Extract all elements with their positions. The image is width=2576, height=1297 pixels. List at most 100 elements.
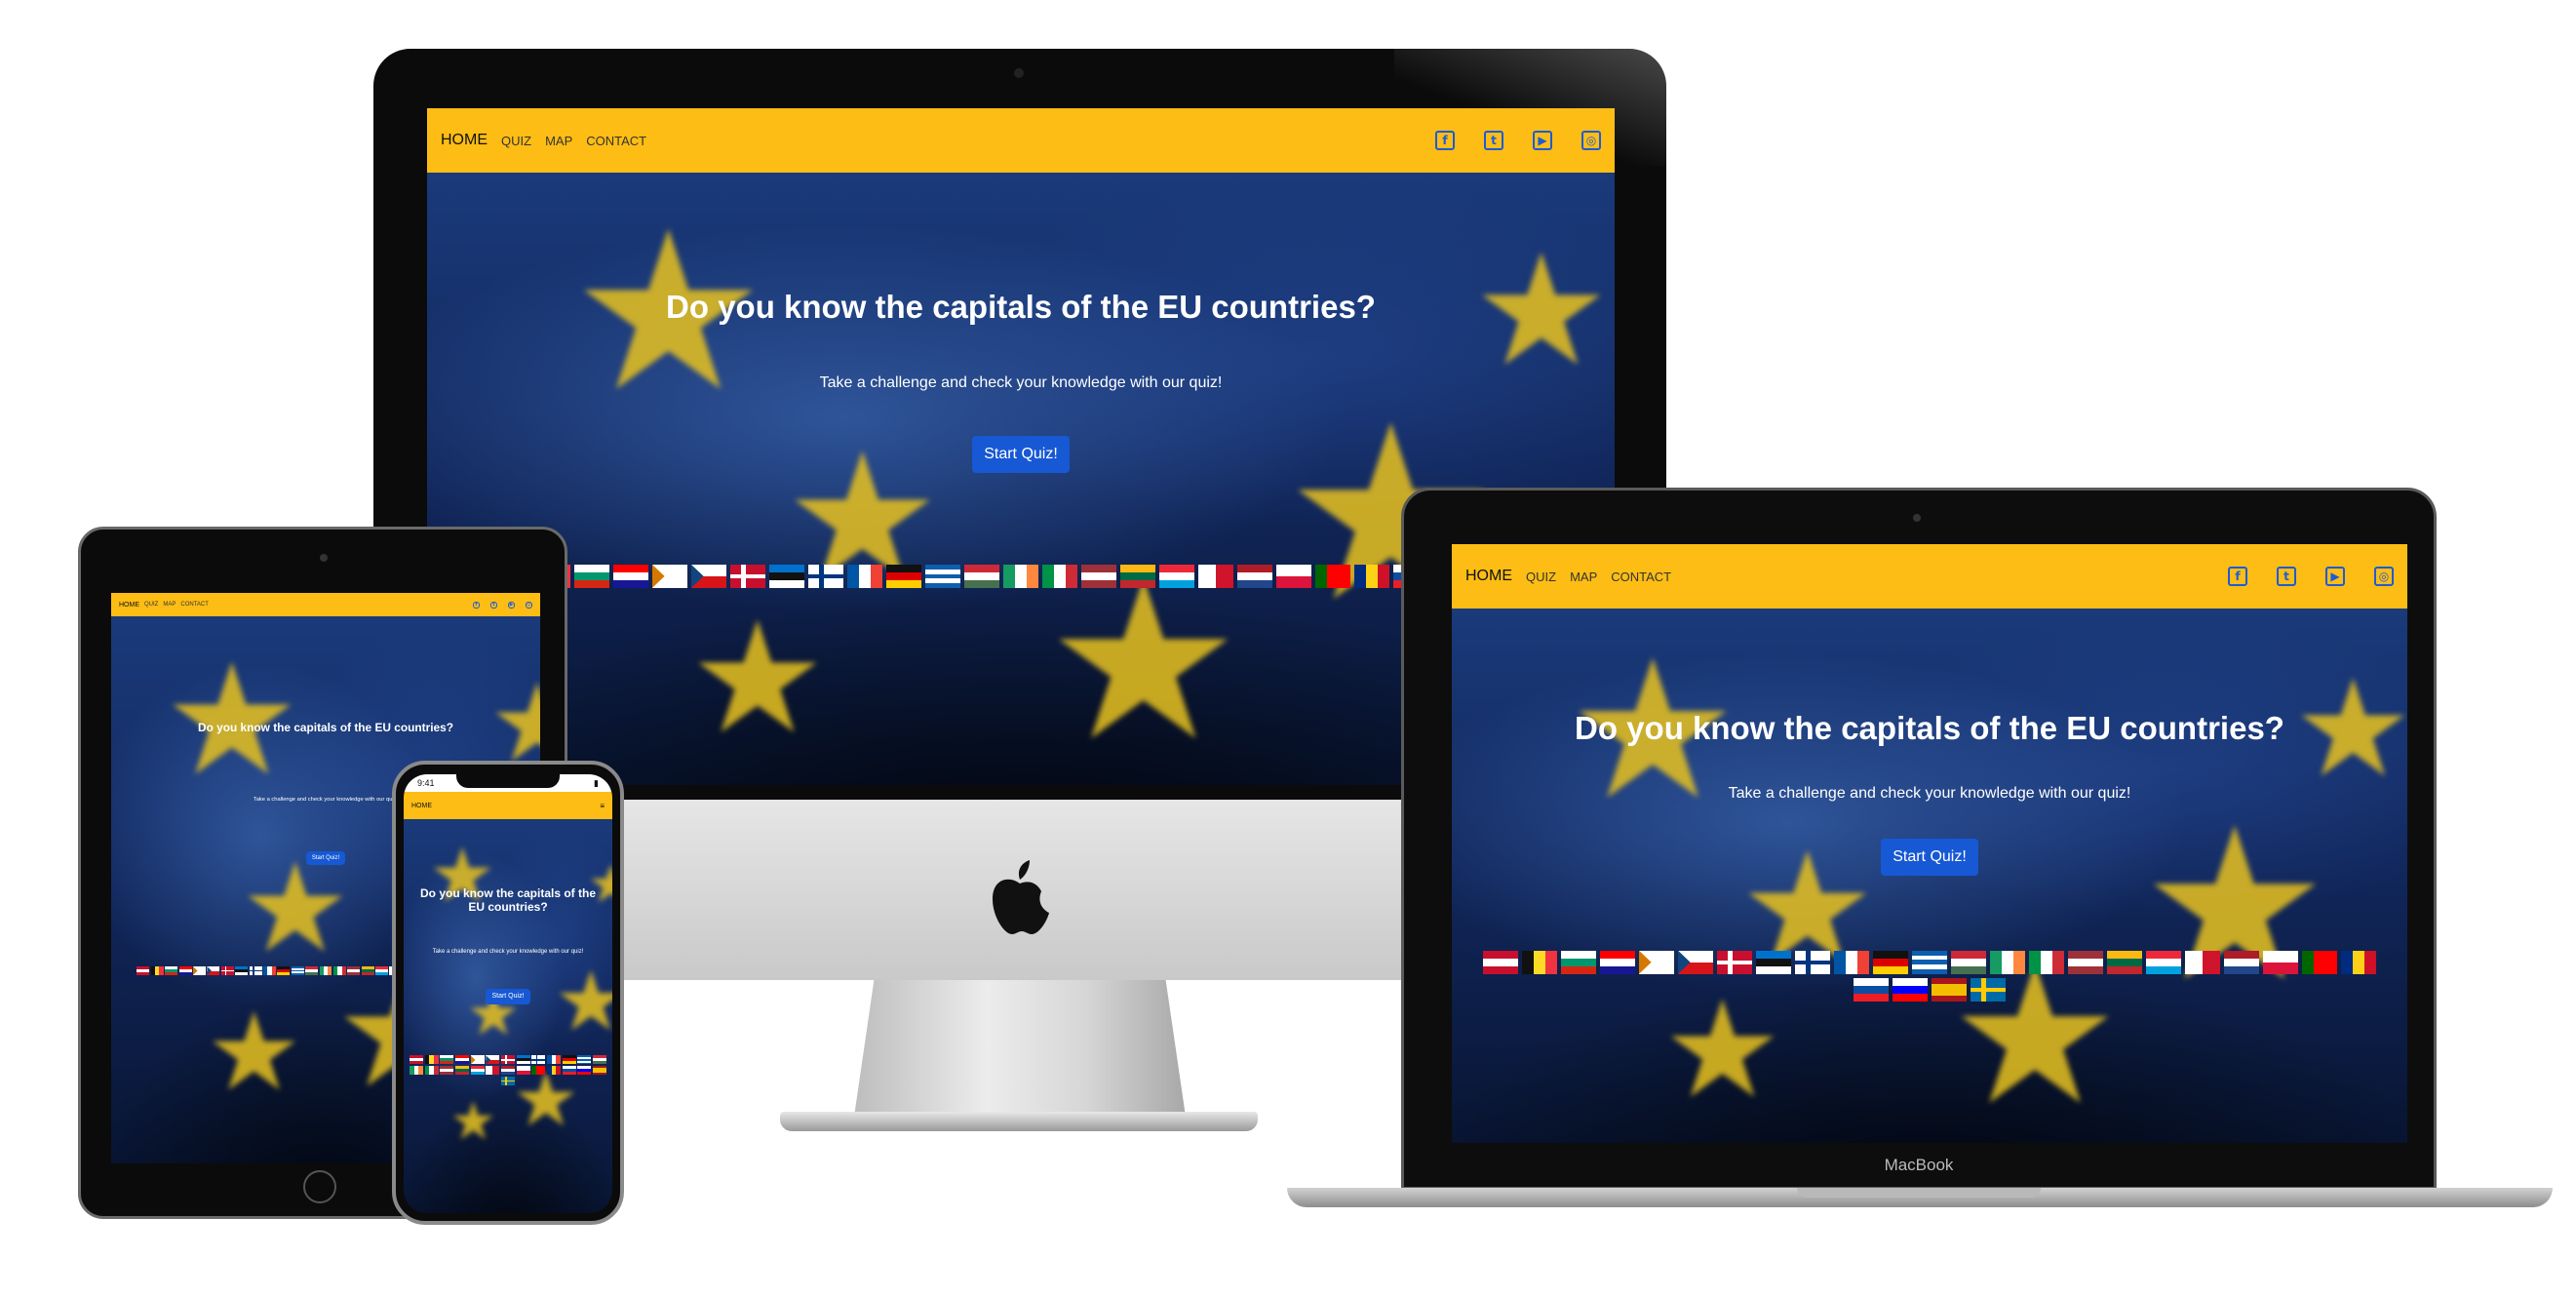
flag-sk-icon[interactable] <box>562 1066 576 1076</box>
flag-be-icon[interactable] <box>150 966 164 976</box>
flag-hr-icon[interactable] <box>454 1055 469 1065</box>
flag-bg-icon[interactable] <box>1561 950 1596 974</box>
flag-lt-icon[interactable] <box>2107 950 2142 974</box>
flag-lu-icon[interactable] <box>2146 950 2181 974</box>
flag-pt-icon[interactable] <box>2302 950 2337 974</box>
flag-ro-icon[interactable] <box>1354 564 1389 588</box>
flag-hr-icon[interactable] <box>1600 950 1635 974</box>
flag-de-icon[interactable] <box>277 966 291 976</box>
flag-ie-icon[interactable] <box>1003 564 1038 588</box>
nav-quiz[interactable]: QUIZ <box>501 134 531 148</box>
flag-si-icon[interactable] <box>577 1066 592 1076</box>
flag-bg-icon[interactable] <box>440 1055 454 1065</box>
nav-contact[interactable]: CONTACT <box>1611 570 1671 584</box>
flag-hu-icon[interactable] <box>593 1055 607 1065</box>
flag-fr-icon[interactable] <box>547 1055 562 1065</box>
instagram-icon[interactable]: ◎ <box>526 601 532 609</box>
flag-cy-icon[interactable] <box>470 1055 485 1065</box>
start-quiz-button[interactable]: Start Quiz! <box>306 851 345 866</box>
nav-contact[interactable]: CONTACT <box>586 134 646 148</box>
flag-it-icon[interactable] <box>332 966 346 976</box>
flag-nl-icon[interactable] <box>2224 950 2259 974</box>
flag-lu-icon[interactable] <box>375 966 389 976</box>
nav-map[interactable]: MAP <box>163 602 176 608</box>
flag-at-icon[interactable] <box>409 1055 423 1065</box>
flag-de-icon[interactable] <box>562 1055 576 1065</box>
flag-lt-icon[interactable] <box>361 966 374 976</box>
flag-nl-icon[interactable] <box>1237 564 1272 588</box>
flag-lv-icon[interactable] <box>347 966 361 976</box>
flag-fr-icon[interactable] <box>847 564 882 588</box>
flag-cy-icon[interactable] <box>1639 950 1674 974</box>
flag-ee-icon[interactable] <box>516 1055 530 1065</box>
instagram-icon[interactable]: ◎ <box>1581 131 1601 150</box>
flag-bg-icon[interactable] <box>165 966 178 976</box>
flag-lv-icon[interactable] <box>2068 950 2103 974</box>
flag-at-icon[interactable] <box>137 966 150 976</box>
flag-gr-icon[interactable] <box>925 564 960 588</box>
flag-de-icon[interactable] <box>1873 950 1908 974</box>
flag-dk-icon[interactable] <box>501 1055 515 1065</box>
flag-mt-icon[interactable] <box>486 1066 500 1076</box>
start-quiz-button[interactable]: Start Quiz! <box>1881 838 1978 876</box>
flag-mt-icon[interactable] <box>1198 564 1233 588</box>
nav-quiz[interactable]: QUIZ <box>1526 570 1556 584</box>
flag-ro-icon[interactable] <box>547 1066 562 1076</box>
flag-bg-icon[interactable] <box>574 564 609 588</box>
nav-map[interactable]: MAP <box>545 134 572 148</box>
flag-at-icon[interactable] <box>1483 950 1518 974</box>
flag-hu-icon[interactable] <box>1951 950 1986 974</box>
start-quiz-button[interactable]: Start Quiz! <box>972 436 1070 474</box>
flag-ee-icon[interactable] <box>769 564 804 588</box>
flag-be-icon[interactable] <box>424 1055 439 1065</box>
flag-it-icon[interactable] <box>1042 564 1077 588</box>
flag-lu-icon[interactable] <box>470 1066 485 1076</box>
flag-hu-icon[interactable] <box>305 966 319 976</box>
flag-it-icon[interactable] <box>424 1066 439 1076</box>
flag-ie-icon[interactable] <box>319 966 332 976</box>
instagram-icon[interactable]: ◎ <box>2374 567 2394 586</box>
flag-se-icon[interactable] <box>1971 977 2006 1002</box>
twitter-icon[interactable]: t <box>490 601 497 609</box>
flag-fr-icon[interactable] <box>1834 950 1869 974</box>
flag-gr-icon[interactable] <box>291 966 304 976</box>
flag-cz-icon[interactable] <box>691 564 726 588</box>
facebook-icon[interactable]: f <box>473 601 480 609</box>
twitter-icon[interactable]: t <box>1484 131 1503 150</box>
flag-fi-icon[interactable] <box>249 966 262 976</box>
flag-hr-icon[interactable] <box>613 564 648 588</box>
flag-cz-icon[interactable] <box>207 966 220 976</box>
flag-ie-icon[interactable] <box>1990 950 2025 974</box>
flag-it-icon[interactable] <box>2029 950 2064 974</box>
twitter-icon[interactable]: t <box>2277 567 2296 586</box>
nav-home[interactable]: HOME <box>411 803 432 809</box>
flag-pt-icon[interactable] <box>1315 564 1350 588</box>
flag-es-icon[interactable] <box>1932 977 1967 1002</box>
flag-fi-icon[interactable] <box>808 564 843 588</box>
flag-fr-icon[interactable] <box>262 966 276 976</box>
flag-cz-icon[interactable] <box>486 1055 500 1065</box>
nav-home[interactable]: HOME <box>119 602 139 609</box>
flag-lv-icon[interactable] <box>1081 564 1116 588</box>
flag-hr-icon[interactable] <box>178 966 192 976</box>
flag-ro-icon[interactable] <box>2341 950 2376 974</box>
flag-lt-icon[interactable] <box>1120 564 1155 588</box>
flag-fi-icon[interactable] <box>531 1055 546 1065</box>
flag-cy-icon[interactable] <box>193 966 206 976</box>
flag-gr-icon[interactable] <box>577 1055 592 1065</box>
flag-mt-icon[interactable] <box>2185 950 2220 974</box>
flag-si-icon[interactable] <box>1893 977 1928 1002</box>
ipad-home-button[interactable] <box>303 1170 336 1203</box>
flag-cz-icon[interactable] <box>1678 950 1713 974</box>
facebook-icon[interactable]: f <box>1435 131 1455 150</box>
flag-pl-icon[interactable] <box>516 1066 530 1076</box>
flag-cy-icon[interactable] <box>652 564 687 588</box>
flag-se-icon[interactable] <box>501 1076 515 1085</box>
flag-dk-icon[interactable] <box>730 564 765 588</box>
flag-nl-icon[interactable] <box>501 1066 515 1076</box>
youtube-icon[interactable]: ▶ <box>508 601 515 609</box>
flag-pl-icon[interactable] <box>1276 564 1311 588</box>
flag-dk-icon[interactable] <box>220 966 234 976</box>
flag-pl-icon[interactable] <box>2263 950 2298 974</box>
nav-home[interactable]: HOME <box>1465 568 1512 585</box>
